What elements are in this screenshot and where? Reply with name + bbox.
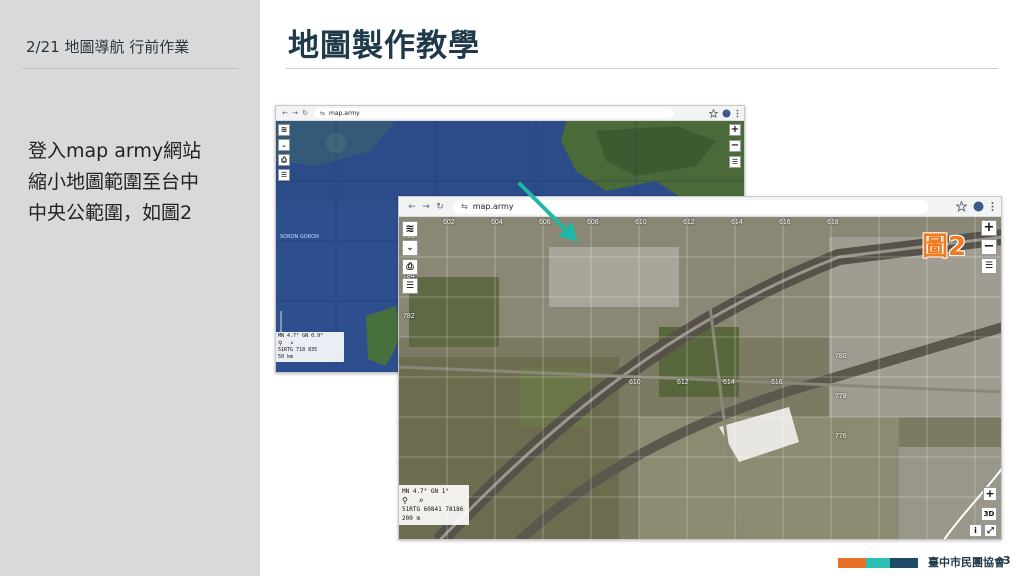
footer-organization: 臺中市民團協會 — [928, 556, 1005, 569]
zoom-in-button[interactable]: + — [981, 220, 997, 236]
page-number: 3 — [1003, 554, 1011, 567]
address-bar[interactable]: ⇆ map.army — [314, 108, 674, 118]
sidebar-line-2: 縮小地圖範圍至台中 — [28, 171, 200, 193]
declination-readout: MN 4.7° GN 0.9° — [278, 333, 324, 339]
profile-icon[interactable] — [722, 109, 731, 118]
zoom-out-button[interactable]: − — [729, 140, 741, 152]
reload-icon[interactable]: ↻ — [300, 109, 310, 117]
menu-button[interactable]: ☰ — [278, 169, 290, 181]
collapse-button[interactable]: ⌄ — [402, 240, 418, 256]
print-button[interactable]: ⎙ — [402, 259, 418, 275]
grid-tick: 618 — [827, 219, 839, 226]
grid-tick: 780 — [835, 353, 847, 360]
grid-tick: 602 — [443, 219, 455, 226]
map-controls-left: ≋ ⌄ ⎙ ☰ — [278, 124, 290, 184]
forward-icon[interactable]: → — [419, 202, 433, 212]
browser-toolbar: ← → ↻ ⇆ map.army — [276, 106, 744, 121]
grid-tick: 616 — [771, 379, 783, 386]
grid-list-button[interactable]: ☰ — [981, 258, 997, 274]
footer-bar-navy — [890, 558, 918, 568]
bottom-right-controls: i ⤢ — [969, 524, 997, 537]
toolbar-right — [709, 108, 740, 118]
pin-search-row: ⚲ ⌕ — [278, 340, 342, 347]
url-text: map.army — [329, 109, 360, 117]
toolbar-right — [956, 201, 995, 212]
search-icon[interactable]: ⌕ — [290, 340, 294, 347]
back-icon[interactable]: ← — [280, 109, 290, 117]
scale-readout: 200 m — [402, 515, 421, 522]
grid-tick: 616 — [779, 219, 791, 226]
three-d-button[interactable]: 3D — [981, 507, 997, 521]
grid-list-button[interactable]: ☰ — [729, 156, 741, 168]
grid-tick: 610 — [635, 219, 647, 226]
grid-tick: 782 — [403, 313, 415, 320]
back-icon[interactable]: ← — [405, 202, 419, 212]
title-divider — [286, 68, 998, 69]
grid-tick: 778 — [835, 393, 847, 400]
grid-tick: 614 — [723, 379, 735, 386]
map-label-soron: SORON GORON — [280, 234, 319, 240]
status-panel: MN 4.7° GN 0.9° ⚲ ⌕ 51RTG 718 835 50 km — [276, 332, 344, 362]
grid-tick: 612 — [677, 379, 689, 386]
browser-window-large: ← → ↻ ⇆ map.army 602 604 606 608 610 612… — [398, 196, 1002, 540]
grid-readout: 51RTG 60841 78186 — [402, 506, 464, 513]
grid-tick: 604 — [491, 219, 503, 226]
map-label-goron-text: GORON — [299, 234, 319, 240]
info-button[interactable]: i — [969, 524, 982, 537]
forward-icon[interactable]: → — [290, 109, 300, 117]
pin-search-row: ⚲ ⌕ — [402, 496, 466, 505]
sidebar-body: 登入map army網站 縮小地圖範圍至台中 中央公範圍，如圖2 — [28, 136, 248, 229]
fullscreen-button[interactable]: ⤢ — [984, 524, 997, 537]
star-icon[interactable] — [956, 201, 967, 212]
grid-tick: 776 — [835, 433, 847, 440]
browser-toolbar: ← → ↻ ⇆ map.army — [399, 197, 1001, 217]
map-view-taichung[interactable]: 602 604 606 608 610 612 614 616 618 610 … — [399, 217, 1001, 539]
star-icon[interactable] — [709, 108, 718, 118]
more-icon[interactable] — [990, 201, 995, 212]
site-info-icon[interactable]: ⇆ — [320, 110, 325, 117]
footer-bar-orange — [838, 558, 866, 568]
layers-button[interactable]: ≋ — [402, 221, 418, 237]
grid-tick: 612 — [683, 219, 695, 226]
sidebar-line-1: 登入map army網站 — [28, 140, 202, 162]
grid-tick: 610 — [629, 379, 641, 386]
profile-icon[interactable] — [973, 201, 984, 212]
declination-readout: MN 4.7° GN 1° — [402, 488, 449, 495]
zoom-out-button[interactable]: − — [981, 239, 997, 255]
scale-readout: 50 km — [278, 354, 294, 360]
search-icon[interactable]: ⌕ — [419, 496, 424, 505]
map-label-soron-text: SORON — [280, 234, 299, 240]
site-info-icon[interactable]: ⇆ — [461, 202, 468, 211]
sidebar: 2/21 地圖導航 行前作業 登入map army網站 縮小地圖範圍至台中 中央… — [0, 0, 260, 576]
satellite-map-large — [399, 217, 1001, 539]
print-button[interactable]: ⎙ — [278, 154, 290, 166]
footer-bar-teal — [866, 558, 890, 568]
pin-icon[interactable]: ⚲ — [402, 496, 408, 505]
sidebar-line-3: 中央公範圍，如圖2 — [28, 202, 193, 224]
pin-icon[interactable]: ⚲ — [278, 340, 282, 347]
more-icon[interactable] — [735, 109, 740, 118]
url-text: map.army — [472, 202, 514, 211]
collapse-button[interactable]: ⌄ — [278, 139, 290, 151]
page-title: 地圖製作教學 — [288, 28, 480, 64]
menu-button[interactable]: ☰ — [402, 278, 418, 294]
grid-readout: 51RTG 718 835 — [278, 347, 318, 353]
zoom-in-button-bottom[interactable]: + — [983, 487, 997, 501]
layers-button[interactable]: ≋ — [278, 124, 290, 136]
figure-label: 圖2 — [922, 232, 967, 262]
zoom-in-button[interactable]: + — [729, 124, 741, 136]
grid-tick: 614 — [731, 219, 743, 226]
map-controls-left: ≋ ⌄ ⎙ ☰ — [402, 221, 418, 297]
sidebar-header: 2/21 地圖導航 行前作業 — [26, 38, 190, 56]
pointer-arrow — [518, 182, 578, 242]
sidebar-divider — [22, 68, 238, 69]
status-panel: MN 4.7° GN 1° ⚲ ⌕ 51RTG 60841 78186 200 … — [399, 485, 469, 525]
reload-icon[interactable]: ↻ — [433, 202, 447, 212]
